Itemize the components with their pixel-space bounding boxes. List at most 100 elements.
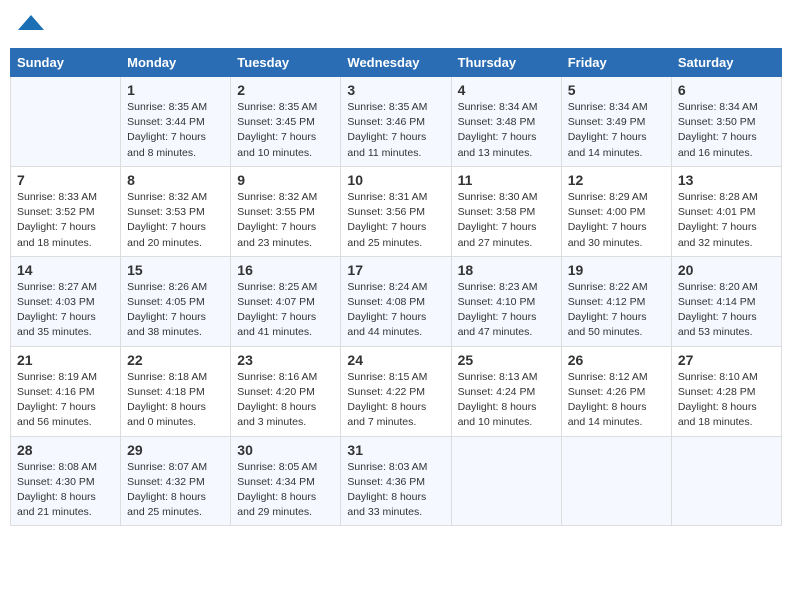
day-cell: 12 Sunrise: 8:29 AM Sunset: 4:00 PM Dayli…	[561, 166, 671, 256]
calendar-header: SundayMondayTuesdayWednesdayThursdayFrid…	[11, 49, 782, 77]
calendar: SundayMondayTuesdayWednesdayThursdayFrid…	[10, 48, 782, 526]
day-cell: 29 Sunrise: 8:07 AM Sunset: 4:32 PM Dayli…	[121, 436, 231, 526]
logo-icon	[16, 10, 46, 40]
day-info: Sunrise: 8:28 AM Sunset: 4:01 PM Dayligh…	[678, 190, 775, 251]
day-info: Sunrise: 8:34 AM Sunset: 3:48 PM Dayligh…	[458, 100, 555, 161]
day-info: Sunrise: 8:03 AM Sunset: 4:36 PM Dayligh…	[347, 460, 444, 521]
day-cell: 16 Sunrise: 8:25 AM Sunset: 4:07 PM Dayli…	[231, 256, 341, 346]
day-number: 1	[127, 82, 224, 98]
day-number: 7	[17, 172, 114, 188]
day-number: 14	[17, 262, 114, 278]
day-info: Sunrise: 8:22 AM Sunset: 4:12 PM Dayligh…	[568, 280, 665, 341]
day-cell: 22 Sunrise: 8:18 AM Sunset: 4:18 PM Dayli…	[121, 346, 231, 436]
day-number: 6	[678, 82, 775, 98]
day-cell: 23Sunrise: 8:16 AM Sunset: 4:20 PM Dayli…	[231, 346, 341, 436]
week-row-4: 21 Sunrise: 8:19 AM Sunset: 4:16 PM Dayli…	[11, 346, 782, 436]
day-cell	[671, 436, 781, 526]
week-row-1: 1 Sunrise: 8:35 AM Sunset: 3:44 PM Daylig…	[11, 77, 782, 167]
day-number: 26	[568, 352, 665, 368]
day-info: Sunrise: 8:05 AM Sunset: 4:34 PM Dayligh…	[237, 460, 334, 521]
day-cell: 31Sunrise: 8:03 AM Sunset: 4:36 PM Dayli…	[341, 436, 451, 526]
day-info: Sunrise: 8:10 AM Sunset: 4:28 PM Dayligh…	[678, 370, 775, 431]
day-info: Sunrise: 8:25 AM Sunset: 4:07 PM Dayligh…	[237, 280, 334, 341]
day-cell: 20 Sunrise: 8:20 AM Sunset: 4:14 PM Dayli…	[671, 256, 781, 346]
day-info: Sunrise: 8:15 AM Sunset: 4:22 PM Dayligh…	[347, 370, 444, 431]
day-info: Sunrise: 8:34 AM Sunset: 3:50 PM Dayligh…	[678, 100, 775, 161]
day-number: 2	[237, 82, 334, 98]
day-info: Sunrise: 8:30 AM Sunset: 3:58 PM Dayligh…	[458, 190, 555, 251]
calendar-body: 1 Sunrise: 8:35 AM Sunset: 3:44 PM Daylig…	[11, 77, 782, 526]
day-cell: 30 Sunrise: 8:05 AM Sunset: 4:34 PM Dayli…	[231, 436, 341, 526]
day-number: 3	[347, 82, 444, 98]
day-cell: 6 Sunrise: 8:34 AM Sunset: 3:50 PM Daylig…	[671, 77, 781, 167]
day-cell: 26Sunrise: 8:12 AM Sunset: 4:26 PM Dayli…	[561, 346, 671, 436]
day-number: 15	[127, 262, 224, 278]
day-cell: 15 Sunrise: 8:26 AM Sunset: 4:05 PM Dayli…	[121, 256, 231, 346]
week-row-2: 7 Sunrise: 8:33 AM Sunset: 3:52 PM Daylig…	[11, 166, 782, 256]
day-number: 4	[458, 82, 555, 98]
day-cell: 1 Sunrise: 8:35 AM Sunset: 3:44 PM Daylig…	[121, 77, 231, 167]
day-number: 16	[237, 262, 334, 278]
day-number: 12	[568, 172, 665, 188]
day-info: Sunrise: 8:35 AM Sunset: 3:44 PM Dayligh…	[127, 100, 224, 161]
day-number: 28	[17, 442, 114, 458]
week-row-3: 14 Sunrise: 8:27 AM Sunset: 4:03 PM Dayli…	[11, 256, 782, 346]
day-number: 8	[127, 172, 224, 188]
day-cell	[11, 77, 121, 167]
day-info: Sunrise: 8:34 AM Sunset: 3:49 PM Dayligh…	[568, 100, 665, 161]
day-info: Sunrise: 8:32 AM Sunset: 3:53 PM Dayligh…	[127, 190, 224, 251]
day-info: Sunrise: 8:24 AM Sunset: 4:08 PM Dayligh…	[347, 280, 444, 341]
logo	[14, 10, 46, 40]
day-cell: 7 Sunrise: 8:33 AM Sunset: 3:52 PM Daylig…	[11, 166, 121, 256]
day-info: Sunrise: 8:18 AM Sunset: 4:18 PM Dayligh…	[127, 370, 224, 431]
day-number: 23	[237, 352, 334, 368]
day-info: Sunrise: 8:07 AM Sunset: 4:32 PM Dayligh…	[127, 460, 224, 521]
day-cell: 24 Sunrise: 8:15 AM Sunset: 4:22 PM Dayli…	[341, 346, 451, 436]
day-cell: 11Sunrise: 8:30 AM Sunset: 3:58 PM Dayli…	[451, 166, 561, 256]
day-cell: 21 Sunrise: 8:19 AM Sunset: 4:16 PM Dayli…	[11, 346, 121, 436]
day-number: 5	[568, 82, 665, 98]
day-info: Sunrise: 8:33 AM Sunset: 3:52 PM Dayligh…	[17, 190, 114, 251]
day-cell: 25Sunrise: 8:13 AM Sunset: 4:24 PM Dayli…	[451, 346, 561, 436]
day-number: 21	[17, 352, 114, 368]
day-cell: 19 Sunrise: 8:22 AM Sunset: 4:12 PM Dayli…	[561, 256, 671, 346]
day-info: Sunrise: 8:08 AM Sunset: 4:30 PM Dayligh…	[17, 460, 114, 521]
day-cell: 5 Sunrise: 8:34 AM Sunset: 3:49 PM Daylig…	[561, 77, 671, 167]
day-number: 19	[568, 262, 665, 278]
day-number: 10	[347, 172, 444, 188]
day-number: 9	[237, 172, 334, 188]
day-number: 27	[678, 352, 775, 368]
weekday-header-thursday: Thursday	[451, 49, 561, 77]
day-cell: 3 Sunrise: 8:35 AM Sunset: 3:46 PM Daylig…	[341, 77, 451, 167]
weekday-header-saturday: Saturday	[671, 49, 781, 77]
day-cell: 17 Sunrise: 8:24 AM Sunset: 4:08 PM Dayli…	[341, 256, 451, 346]
day-info: Sunrise: 8:29 AM Sunset: 4:00 PM Dayligh…	[568, 190, 665, 251]
day-cell: 10Sunrise: 8:31 AM Sunset: 3:56 PM Dayli…	[341, 166, 451, 256]
day-info: Sunrise: 8:13 AM Sunset: 4:24 PM Dayligh…	[458, 370, 555, 431]
weekday-header-monday: Monday	[121, 49, 231, 77]
day-info: Sunrise: 8:35 AM Sunset: 3:46 PM Dayligh…	[347, 100, 444, 161]
day-cell	[451, 436, 561, 526]
day-cell: 4 Sunrise: 8:34 AM Sunset: 3:48 PM Daylig…	[451, 77, 561, 167]
day-cell: 9Sunrise: 8:32 AM Sunset: 3:55 PM Daylig…	[231, 166, 341, 256]
day-number: 17	[347, 262, 444, 278]
day-number: 30	[237, 442, 334, 458]
weekday-row: SundayMondayTuesdayWednesdayThursdayFrid…	[11, 49, 782, 77]
day-info: Sunrise: 8:27 AM Sunset: 4:03 PM Dayligh…	[17, 280, 114, 341]
day-info: Sunrise: 8:20 AM Sunset: 4:14 PM Dayligh…	[678, 280, 775, 341]
day-number: 22	[127, 352, 224, 368]
day-number: 13	[678, 172, 775, 188]
day-number: 20	[678, 262, 775, 278]
day-cell: 8 Sunrise: 8:32 AM Sunset: 3:53 PM Daylig…	[121, 166, 231, 256]
day-cell: 14 Sunrise: 8:27 AM Sunset: 4:03 PM Dayli…	[11, 256, 121, 346]
day-cell: 13 Sunrise: 8:28 AM Sunset: 4:01 PM Dayli…	[671, 166, 781, 256]
day-info: Sunrise: 8:26 AM Sunset: 4:05 PM Dayligh…	[127, 280, 224, 341]
day-cell: 27 Sunrise: 8:10 AM Sunset: 4:28 PM Dayli…	[671, 346, 781, 436]
day-number: 18	[458, 262, 555, 278]
day-info: Sunrise: 8:23 AM Sunset: 4:10 PM Dayligh…	[458, 280, 555, 341]
day-number: 29	[127, 442, 224, 458]
page-header	[10, 10, 782, 40]
day-number: 24	[347, 352, 444, 368]
day-info: Sunrise: 8:19 AM Sunset: 4:16 PM Dayligh…	[17, 370, 114, 431]
day-cell: 2Sunrise: 8:35 AM Sunset: 3:45 PM Daylig…	[231, 77, 341, 167]
